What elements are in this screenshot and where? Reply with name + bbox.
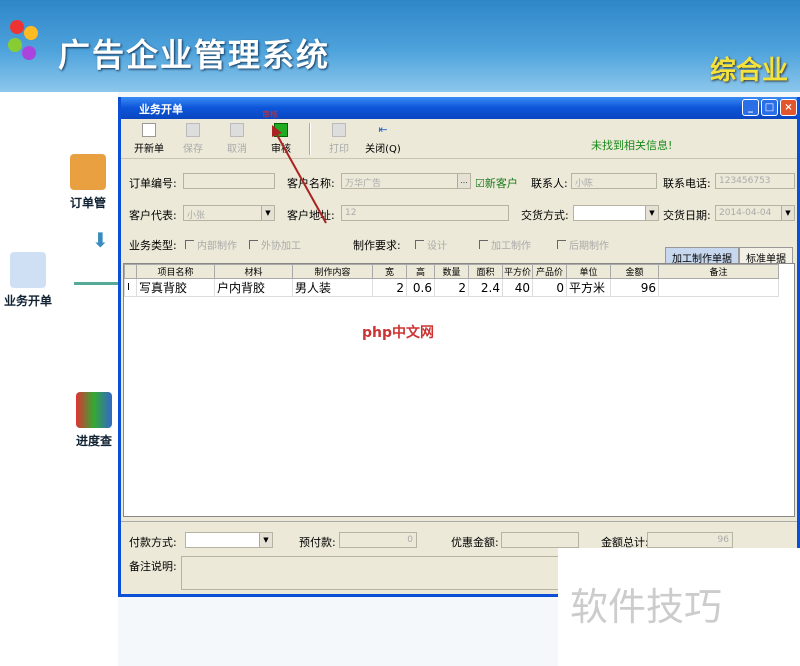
close-window-button[interactable]: × [780, 99, 797, 116]
table-row[interactable]: I写真背胶户内背胶男人装20.622.4400平方米96 [125, 279, 779, 297]
connector [74, 282, 118, 285]
nav-progress[interactable]: 进度查 [76, 392, 112, 449]
save-button[interactable]: 保存 [171, 123, 215, 155]
order-no-field[interactable] [183, 173, 275, 189]
table-cell[interactable]: 男人装 [293, 279, 373, 297]
discount-label: 优惠金额: [451, 534, 499, 550]
new-file-icon [142, 123, 156, 137]
delivery-label: 交货方式: [521, 207, 569, 223]
date-field[interactable]: 2014-04-04▼ [715, 205, 795, 221]
order-no-label: 订单编号: [129, 175, 177, 191]
undo-icon [230, 123, 244, 137]
chevron-down-icon[interactable]: ▼ [781, 206, 794, 220]
table-cell[interactable]: 0.6 [407, 279, 435, 297]
column-header[interactable]: 项目名称 [137, 265, 215, 279]
window-titlebar: 业务开单 _□× [121, 97, 797, 119]
column-header[interactable]: 高 [407, 265, 435, 279]
app-subtitle: 综合业 [710, 50, 788, 87]
column-header[interactable]: 单位 [567, 265, 611, 279]
column-header[interactable]: 备注 [659, 265, 779, 279]
column-header[interactable]: 制作内容 [293, 265, 373, 279]
checkbox-processing[interactable]: 加工制作 [479, 237, 531, 252]
column-header[interactable]: 金额 [611, 265, 659, 279]
exit-icon: ⇤ [376, 123, 390, 137]
discount-field[interactable] [501, 532, 579, 548]
lookup-button[interactable]: … [457, 174, 470, 188]
table-cell[interactable]: 2.4 [469, 279, 503, 297]
table-cell[interactable] [659, 279, 779, 297]
table-cell[interactable]: 40 [503, 279, 533, 297]
row-header [125, 265, 137, 279]
table-cell[interactable]: 平方米 [567, 279, 611, 297]
maximize-button[interactable]: □ [761, 99, 778, 116]
column-header[interactable]: 宽 [373, 265, 407, 279]
nav-order-management[interactable]: 订单管 [70, 154, 106, 211]
printer-icon [332, 123, 346, 137]
contact-label: 联系人: [531, 175, 568, 191]
cancel-button[interactable]: 取消 [215, 123, 259, 155]
order-icon [70, 154, 106, 190]
logo-icon [8, 20, 44, 70]
table-cell[interactable]: 0 [533, 279, 567, 297]
new-customer-checkbox[interactable]: ☑新客户 [475, 175, 518, 191]
column-header[interactable]: 平方价 [503, 265, 533, 279]
prepay-field[interactable]: 0 [339, 532, 417, 548]
nav-business-order[interactable]: 业务开单 [4, 252, 52, 309]
chevron-down-icon[interactable]: ▼ [645, 206, 658, 220]
checkbox-internal[interactable]: 内部制作 [185, 237, 237, 252]
table-cell[interactable]: 96 [611, 279, 659, 297]
rep-label: 客户代表: [129, 207, 177, 223]
checkbox-design[interactable]: 设计 [415, 237, 447, 252]
column-header[interactable]: 材料 [215, 265, 293, 279]
books-icon [76, 392, 112, 428]
biz-type-label: 业务类型: [129, 237, 177, 253]
prepay-label: 预付款: [299, 534, 336, 550]
close-button[interactable]: ⇤关闭(Q) [361, 123, 405, 155]
row-marker: I [125, 279, 137, 297]
minimize-button[interactable]: _ [742, 99, 759, 116]
column-header[interactable]: 数量 [435, 265, 469, 279]
app-title: 广告企业管理系统 [58, 30, 330, 76]
checkbox-post[interactable]: 后期制作 [557, 237, 609, 252]
arrow-down-icon: ⬇ [92, 228, 109, 252]
annotation-arrow-icon [270, 125, 330, 225]
watermark-php: php中文网 [362, 322, 434, 342]
table-cell[interactable]: 2 [435, 279, 469, 297]
header-banner: 广告企业管理系统 综合业 [0, 0, 800, 92]
customer-field[interactable]: 万华广告… [341, 173, 471, 189]
total-field[interactable]: 96 [647, 532, 733, 548]
column-header[interactable]: 面积 [469, 265, 503, 279]
contact-field[interactable]: 小陈 [571, 173, 657, 189]
watermark-tips: 软件技巧 [558, 548, 800, 666]
toolbar: 开新单 保存 取消 审核 打印 ⇤关闭(Q) 未找到相关信息! [121, 119, 797, 159]
pay-label: 付款方式: [129, 534, 177, 550]
chevron-down-icon[interactable]: ▼ [259, 533, 272, 547]
phone-label: 联系电话: [663, 175, 711, 191]
requirement-label: 制作要求: [353, 237, 401, 253]
annotation-label: 审核 [262, 109, 278, 120]
phone-field[interactable]: 123456753 [715, 173, 795, 189]
items-grid: 项目名称材料制作内容宽高数量面积平方价产品价单位金额备注 I写真背胶户内背胶男人… [123, 263, 795, 517]
save-icon [186, 123, 200, 137]
column-header[interactable]: 产品价 [533, 265, 567, 279]
date-label: 交货日期: [663, 207, 711, 223]
delivery-select[interactable]: ▼ [573, 205, 659, 221]
table-cell[interactable]: 写真背胶 [137, 279, 215, 297]
rep-select[interactable]: 小张▼ [183, 205, 275, 221]
order-form-icon [10, 252, 46, 288]
table-cell[interactable]: 户内背胶 [215, 279, 293, 297]
address-field[interactable]: 12 [341, 205, 509, 221]
status-message: 未找到相关信息! [591, 137, 672, 153]
left-nav: 订单管 ⬇ 业务开单 进度查 [0, 92, 118, 666]
pay-select[interactable]: ▼ [185, 532, 273, 548]
new-order-button[interactable]: 开新单 [127, 123, 171, 155]
note-label: 备注说明: [129, 558, 177, 574]
checkbox-outsourced[interactable]: 外协加工 [249, 237, 301, 252]
order-window: 业务开单 _□× 开新单 保存 取消 审核 打印 ⇤关闭(Q) 未找到相关信息!… [118, 97, 800, 597]
table-cell[interactable]: 2 [373, 279, 407, 297]
